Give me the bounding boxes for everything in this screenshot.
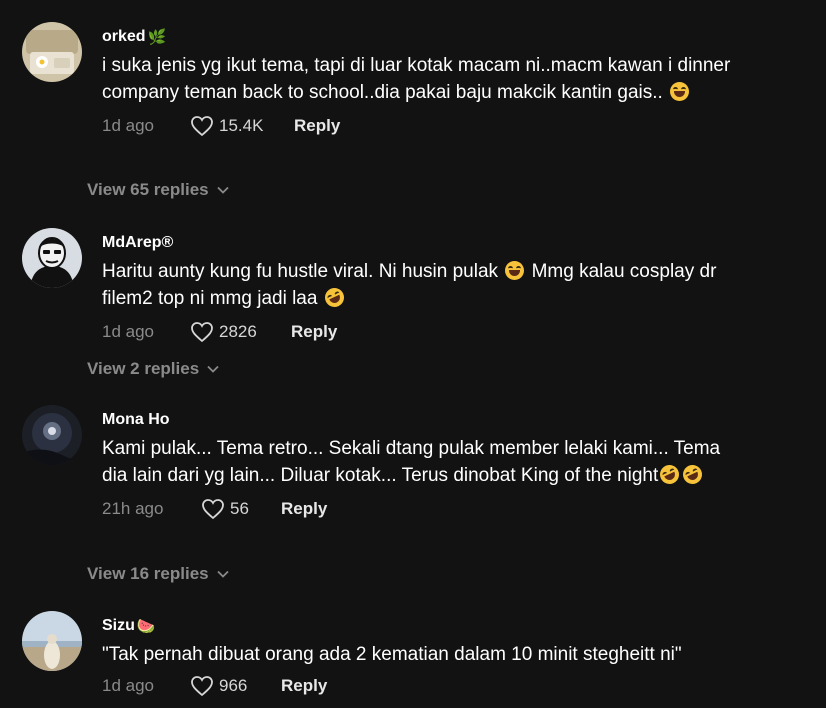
rofl-emoji-icon [321,284,347,311]
comment-meta: 1d ago 15.4K Reply [102,114,806,138]
like-count: 56 [230,499,249,518]
comment-meta: 21h ago 56 Reply [102,497,806,521]
view-replies-label: View 2 replies [87,359,200,378]
leaf-emoji-icon: 🌿 [147,28,167,46]
watermelon-emoji-icon: 🍉 [136,617,156,635]
avatar[interactable] [22,228,82,288]
comment-text: Kami pulak... Tema retro... Sekali dtang… [102,435,742,489]
like-button[interactable]: 56 [201,498,281,520]
comment-text-content: "Tak pernah dibuat orang ada 2 kematian … [102,644,682,665]
like-button[interactable]: 966 [190,675,281,697]
like-count: 15.4K [219,116,264,135]
comment-text-content: Kami pulak... Tema retro... Sekali dtang… [102,438,721,486]
chevron-down-icon [207,365,219,373]
like-count: 966 [219,676,248,695]
comment-text: "Tak pernah dibuat orang ada 2 kematian … [102,641,742,668]
view-replies-label: View 65 replies [87,180,209,199]
timestamp: 21h ago [102,499,164,518]
heart-icon [191,322,213,343]
username-text[interactable]: orked [102,28,146,46]
view-replies-button[interactable]: View 2 replies [87,359,219,379]
timestamp: 1d ago [102,116,154,135]
like-button[interactable]: 2826 [190,321,291,343]
view-replies-label: View 16 replies [87,564,209,583]
heart-icon [191,676,213,697]
heart-icon [202,499,224,520]
avatar[interactable] [22,405,82,465]
reply-button[interactable]: Reply [294,116,340,136]
comment-meta: 1d ago 966 Reply [102,674,806,698]
grinning-sweat-emoji-icon [670,82,690,101]
timestamp: 1d ago [102,322,154,341]
grinning-sweat-emoji-icon [505,261,525,280]
username-text[interactable]: MdArep® [102,234,173,252]
view-replies-button[interactable]: View 16 replies [87,564,229,584]
rofl-emoji-icon [680,461,706,488]
reply-button[interactable]: Reply [281,676,327,696]
username[interactable]: MdArep® [102,233,806,253]
rofl-emoji-icon [657,461,683,488]
username[interactable]: Mona Ho [102,410,806,430]
timestamp: 1d ago [102,676,154,695]
avatar[interactable] [22,611,82,671]
comment-text-content: i suka jenis yg ikut tema, tapi di luar … [102,55,731,103]
reply-button[interactable]: Reply [291,322,337,342]
username[interactable]: orked 🌿 [102,27,806,47]
username-text[interactable]: Mona Ho [102,411,170,429]
username-text[interactable]: Sizu [102,617,135,635]
username[interactable]: Sizu 🍉 [102,616,806,636]
comment-meta: 1d ago 2826 Reply [102,320,806,344]
comment-text-part: Haritu aunty kung fu hustle viral. Ni hu… [102,261,504,282]
heart-icon [191,116,213,137]
comment-text: Haritu aunty kung fu hustle viral. Ni hu… [102,258,742,312]
comment-text: i suka jenis yg ikut tema, tapi di luar … [102,52,742,106]
reply-button[interactable]: Reply [281,499,327,519]
chevron-down-icon [216,570,229,578]
like-button[interactable]: 15.4K [190,115,294,137]
view-replies-button[interactable]: View 65 replies [87,180,229,200]
like-count: 2826 [219,322,257,341]
chevron-down-icon [216,186,229,194]
avatar[interactable] [22,22,82,82]
